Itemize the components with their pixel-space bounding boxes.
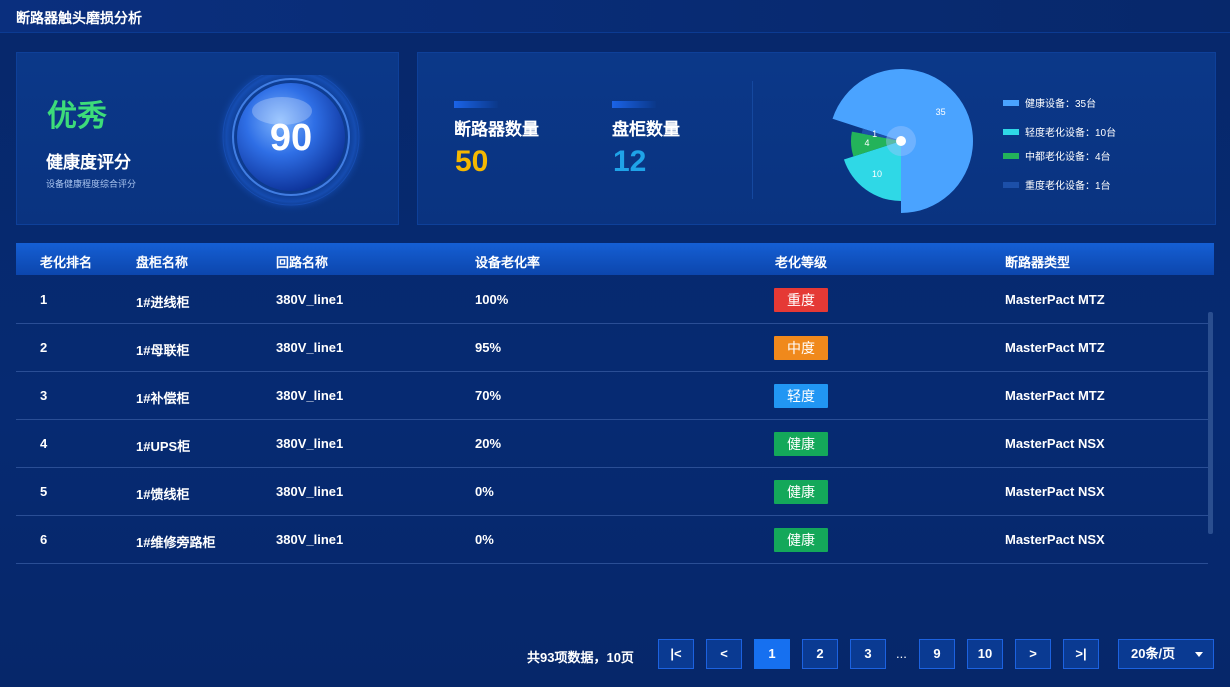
table-row[interactable]: 4 1#UPS柜 380V_line1 20% 健康 MasterPact NSX — [16, 420, 1208, 468]
health-subtitle: 设备健康程度综合评分 — [46, 179, 137, 189]
column-header-breaker-type: 断路器类型 — [1005, 255, 1071, 270]
health-score-card: 优秀 健康度评分 设备健康程度综合评分 90 — [16, 52, 399, 225]
next-page-button[interactable]: > — [1015, 639, 1051, 669]
table-row[interactable]: 2 1#母联柜 380V_line1 95% 中度 MasterPact MTZ — [16, 324, 1208, 372]
title-bar: 断路器触头磨损分析 — [0, 0, 1230, 33]
aging-level-badge: 健康 — [774, 432, 828, 456]
page-size-value: 20条/页 — [1131, 646, 1176, 661]
page-button-10[interactable]: 10 — [967, 639, 1003, 669]
cell-aging-rate: 100% — [475, 292, 509, 307]
cell-breaker-type: MasterPact MTZ — [1005, 388, 1105, 403]
aging-pie-chart: 35 10 41 — [832, 68, 973, 213]
cell-breaker-type: MasterPact MTZ — [1005, 292, 1105, 307]
column-header-aging-rate: 设备老化率 — [475, 255, 541, 270]
table-row[interactable]: 1 1#进线柜 380V_line1 100% 重度 MasterPact MTZ — [16, 276, 1208, 324]
column-header-aging-level: 老化等级 — [775, 255, 828, 270]
aging-level-badge: 健康 — [774, 528, 828, 552]
breaker-accent-bar — [454, 101, 498, 108]
page-size-select[interactable]: 20条/页 — [1118, 639, 1214, 669]
legend-item: 重度老化设备：1台 — [1003, 177, 1111, 192]
aging-level-badge: 中度 — [774, 336, 828, 360]
aging-level-badge: 轻度 — [774, 384, 828, 408]
cell-circuit: 380V_line1 — [276, 436, 344, 451]
cell-breaker-type: MasterPact NSX — [1005, 436, 1105, 451]
cell-rank: 6 — [40, 532, 48, 547]
legend-label: 重度老化设备：1台 — [1025, 181, 1111, 192]
legend-item: 轻度老化设备：10台 — [1003, 124, 1117, 139]
breaker-count-label: 断路器数量 — [454, 120, 539, 139]
divider — [752, 81, 753, 199]
cell-circuit: 380V_line1 — [276, 388, 344, 403]
legend-swatch — [1003, 128, 1019, 135]
cell-aging-rate: 95% — [475, 340, 502, 355]
pagination-info: 共93项数据，10页 — [527, 650, 634, 665]
cell-rank: 4 — [40, 436, 48, 451]
aging-level-badge: 重度 — [774, 288, 828, 312]
cell-aging-rate: 70% — [475, 388, 502, 403]
cell-aging-rate: 20% — [475, 436, 502, 451]
cell-rank: 2 — [40, 340, 48, 355]
page-button-1[interactable]: 1 — [754, 639, 790, 669]
legend-label: 健康设备：35台 — [1025, 99, 1097, 110]
cabinet-count-value: 12 — [613, 145, 647, 178]
health-title: 健康度评分 — [46, 153, 131, 172]
cell-rank: 1 — [40, 292, 48, 307]
legend-item: 健康设备：35台 — [1003, 95, 1097, 110]
legend-swatch — [1003, 99, 1019, 106]
last-page-button[interactable]: >| — [1063, 639, 1099, 669]
breaker-count-value: 50 — [455, 145, 489, 178]
pie-center-dot — [896, 136, 906, 146]
legend-label: 中都老化设备：4台 — [1025, 152, 1111, 163]
cell-breaker-type: MasterPact NSX — [1005, 484, 1105, 499]
column-header-cabinet: 盘柜名称 — [136, 255, 189, 270]
cell-circuit: 380V_line1 — [276, 532, 344, 547]
pie-data-label: 4 — [865, 138, 870, 148]
cell-cabinet: 1#母联柜 — [136, 343, 190, 358]
column-header-circuit: 回路名称 — [276, 255, 329, 270]
cabinet-accent-bar — [612, 101, 656, 108]
cabinet-count-label: 盘柜数量 — [612, 120, 680, 139]
cell-rank: 3 — [40, 388, 48, 403]
score-orb: 90 — [212, 61, 370, 233]
cell-aging-rate: 0% — [475, 532, 494, 547]
cell-aging-rate: 0% — [475, 484, 494, 499]
page-button-2[interactable]: 2 — [802, 639, 838, 669]
cell-cabinet: 1#UPS柜 — [136, 439, 191, 454]
table-row[interactable]: 5 1#馈线柜 380V_line1 0% 健康 MasterPact NSX — [16, 468, 1208, 516]
cell-circuit: 380V_line1 — [276, 292, 344, 307]
cell-breaker-type: MasterPact MTZ — [1005, 340, 1105, 355]
cell-cabinet: 1#维修旁路柜 — [136, 535, 216, 550]
cell-breaker-type: MasterPact NSX — [1005, 532, 1105, 547]
cell-cabinet: 1#进线柜 — [136, 295, 190, 310]
cell-circuit: 380V_line1 — [276, 340, 344, 355]
cell-cabinet: 1#补偿柜 — [136, 391, 190, 406]
table-row[interactable]: 6 1#维修旁路柜 380V_line1 0% 健康 MasterPact NSX — [16, 516, 1208, 564]
chevron-down-icon — [1195, 652, 1203, 657]
aging-level-badge: 健康 — [774, 480, 828, 504]
table-scrollbar[interactable] — [1208, 312, 1213, 534]
cell-circuit: 380V_line1 — [276, 484, 344, 499]
legend-swatch — [1003, 152, 1019, 159]
health-grade: 优秀 — [47, 100, 107, 133]
page-button-3[interactable]: 3 — [850, 639, 886, 669]
page-button-9[interactable]: 9 — [919, 639, 955, 669]
pie-data-label: 10 — [872, 169, 882, 179]
pie-data-label: 35 — [936, 107, 946, 117]
cell-rank: 5 — [40, 484, 48, 499]
column-header-rank: 老化排名 — [40, 255, 93, 270]
prev-page-button[interactable]: < — [706, 639, 742, 669]
table-row[interactable]: 3 1#补偿柜 380V_line1 70% 轻度 MasterPact MTZ — [16, 372, 1208, 420]
table-header: 老化排名 盘柜名称 回路名称 设备老化率 老化等级 断路器类型 — [16, 243, 1214, 275]
pie-data-label: 1 — [872, 129, 877, 139]
legend-swatch — [1003, 181, 1019, 188]
page-ellipsis: ... — [896, 646, 907, 661]
legend-item: 中都老化设备：4台 — [1003, 148, 1111, 163]
first-page-button[interactable]: |< — [658, 639, 694, 669]
health-score-value: 90 — [269, 117, 313, 159]
cell-cabinet: 1#馈线柜 — [136, 487, 190, 502]
legend-label: 轻度老化设备：10台 — [1025, 128, 1117, 139]
page-title: 断路器触头磨损分析 — [16, 10, 142, 26]
device-count-card: 断路器数量 50 盘柜数量 12 35 10 4 1 健康设备：35台轻度老化设备：1… — [417, 52, 1216, 225]
